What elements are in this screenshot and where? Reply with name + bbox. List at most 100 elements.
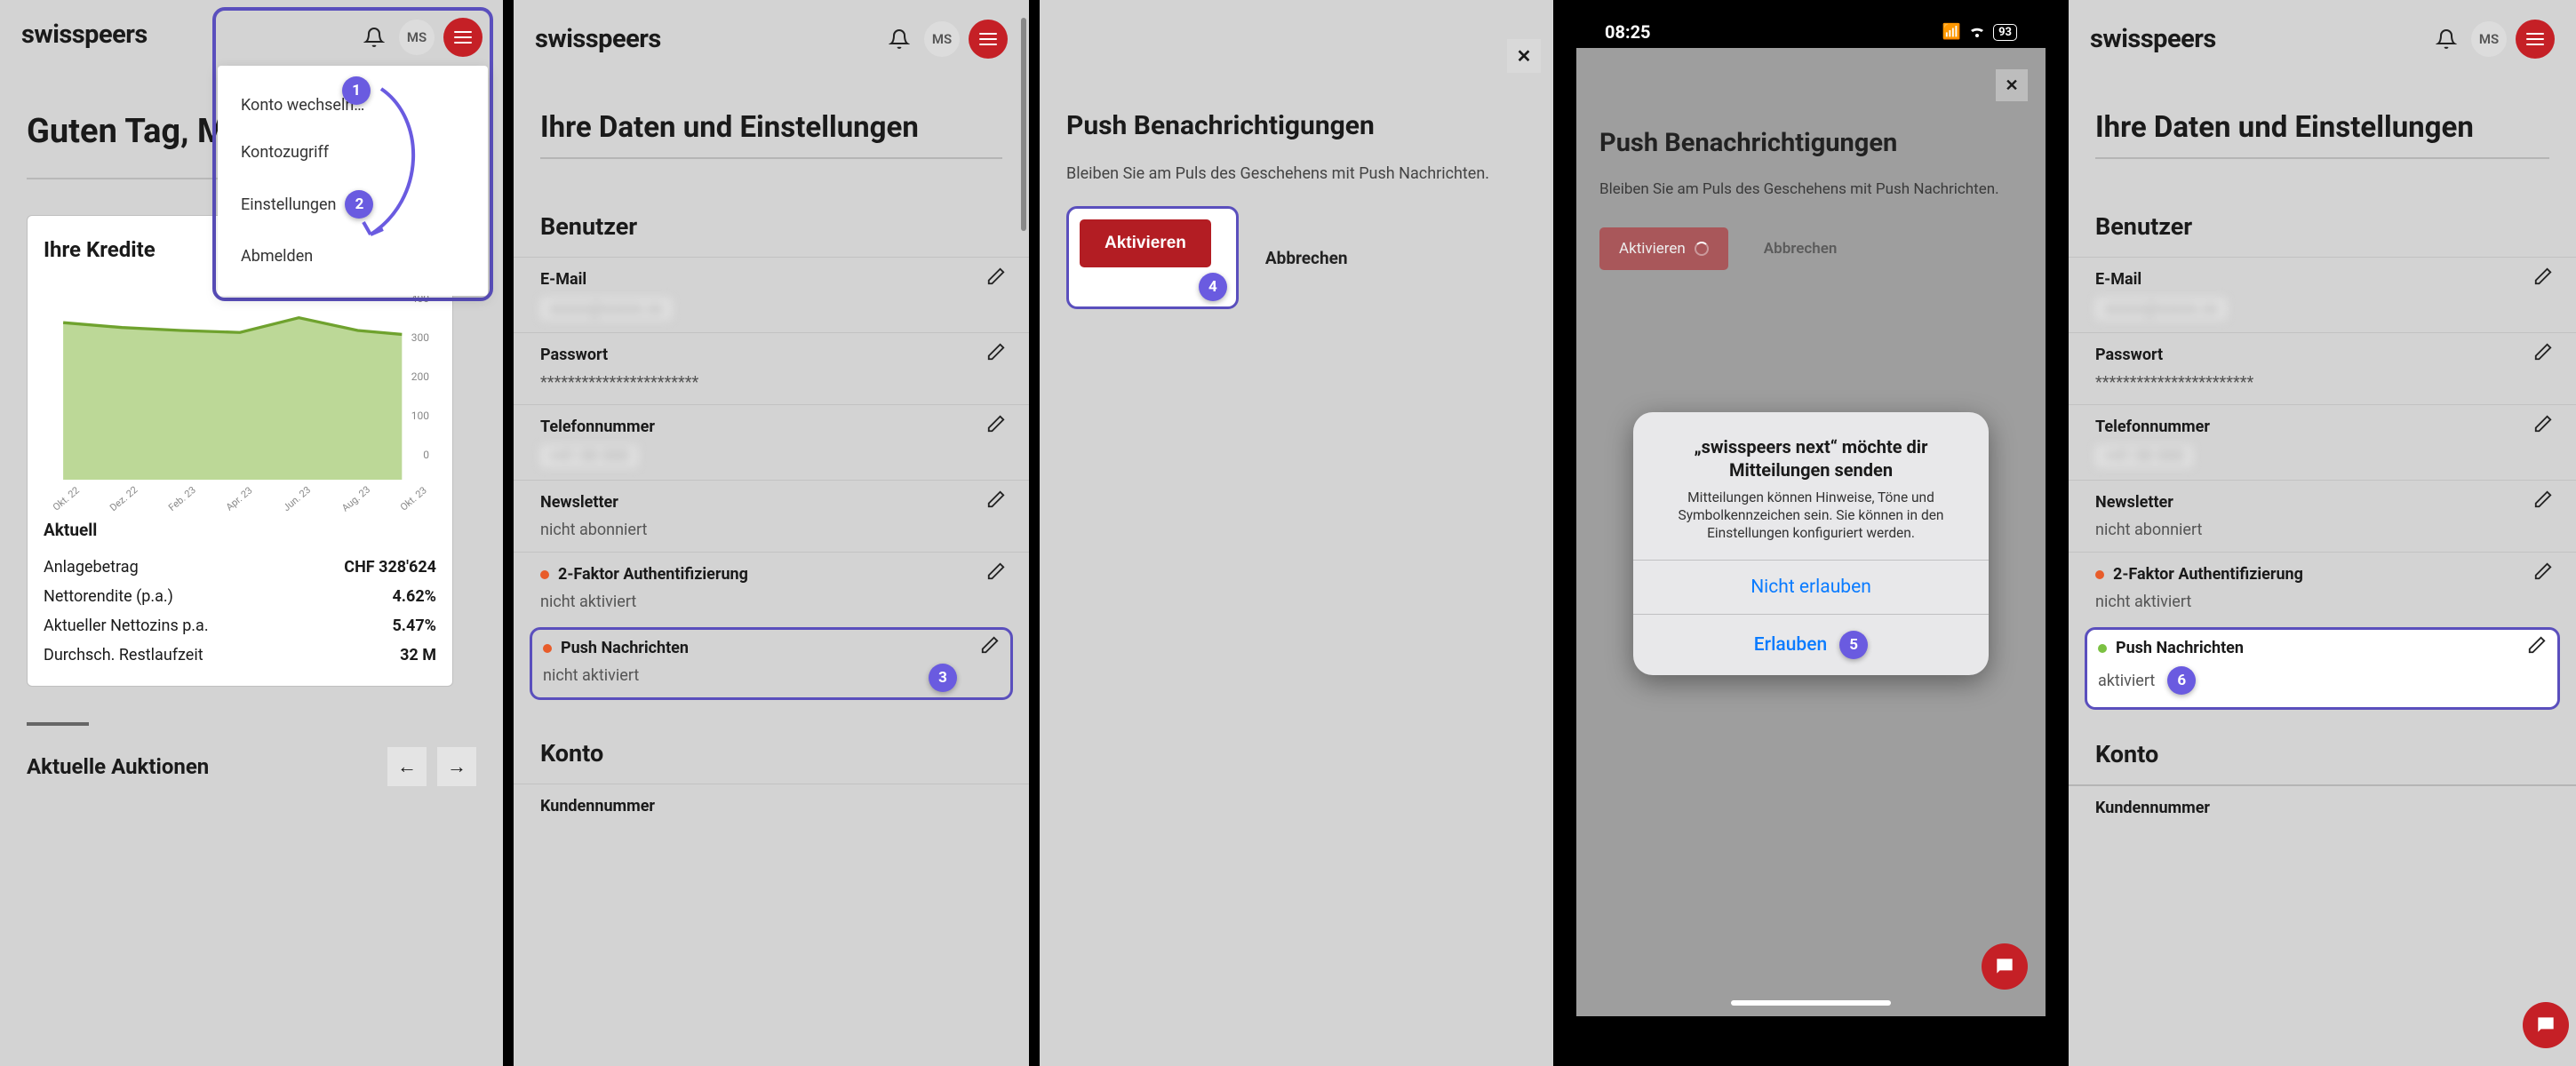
field-customer-number: Kundennummer	[514, 784, 1029, 828]
step-badge-5: 5	[1839, 631, 1868, 659]
avatar[interactable]: MS	[2471, 21, 2507, 57]
credits-chart: tCHF 400 300 200 100 0 Okt. 22 Dez. 22 F…	[44, 280, 436, 493]
activate-button-loading: Aktivieren	[1599, 227, 1728, 270]
edit-icon[interactable]	[2533, 342, 2553, 362]
edit-icon[interactable]	[986, 342, 1006, 362]
mini-divider	[27, 722, 89, 726]
signal-icon: 📶	[1942, 23, 1961, 41]
status-dot-inactive-icon	[540, 570, 549, 579]
close-button[interactable]: ✕	[1507, 39, 1541, 73]
cancel-button[interactable]: Abbrechen	[1265, 248, 1348, 268]
scrollbar[interactable]	[1021, 18, 1026, 231]
field-push-highlight[interactable]: Push Nachrichten aktiviert 6	[2085, 627, 2560, 710]
step-badge-4: 4	[1199, 273, 1227, 301]
edit-icon[interactable]	[986, 414, 1006, 434]
account-dropdown: MS Konto wechseln… Kontozugriff Einstell…	[212, 7, 493, 301]
edit-icon[interactable]	[2533, 561, 2553, 581]
phone-value: +41 00 000	[2095, 445, 2193, 467]
pager-next[interactable]: →	[437, 747, 476, 786]
bell-icon[interactable]	[358, 21, 390, 53]
field-customer-number: Kundennummer	[2069, 784, 2576, 830]
activate-button[interactable]: Aktivieren	[1080, 219, 1211, 267]
edit-icon[interactable]	[2533, 266, 2553, 286]
email-value: xxxxx@xxxxx.xx	[2095, 298, 2227, 320]
screen-2-settings: swisspeers MS Ihre Daten und Einstellung…	[514, 0, 1040, 1066]
status-dot-active-icon	[2098, 644, 2107, 653]
screen-4-native-prompt: 08:25 📶 93 ✕ Push Benachrichtigungen Ble…	[1564, 0, 2069, 1066]
bell-icon[interactable]	[2430, 23, 2462, 55]
modal-body-text: Bleiben Sie am Puls des Geschehens mit P…	[1066, 163, 1527, 185]
section-account: Konto	[2069, 713, 2576, 784]
menu-account-access[interactable]: Kontozugriff	[218, 129, 488, 176]
email-value: xxxxx@xxxxx.xx	[540, 298, 672, 320]
battery-icon: 93	[1993, 24, 2017, 41]
activate-highlight: Aktivieren 4	[1066, 206, 1239, 309]
field-email: E-Mail xxxxx@xxxxx.xx	[2069, 257, 2576, 332]
ios-permission-alert: „swisspeers next“ möchte dir Mitteilunge…	[1633, 412, 1989, 675]
phone-value: +41 00 000	[540, 445, 638, 467]
step-badge-6: 6	[2167, 666, 2196, 695]
edit-icon[interactable]	[980, 635, 1000, 655]
field-newsletter: Newsletter nicht abonniert	[2069, 480, 2576, 552]
modal-title: Push Benachrichtigungen	[1066, 110, 1527, 141]
logo: swisspeers	[535, 24, 661, 54]
chart-svg	[44, 280, 436, 493]
status-dot-inactive-icon	[2095, 570, 2104, 579]
spinner-icon	[1695, 242, 1709, 256]
chat-fab[interactable]	[1982, 943, 2028, 990]
stats-title: Aktuell	[44, 520, 436, 540]
wifi-icon	[1968, 25, 1986, 39]
edit-icon[interactable]	[2533, 414, 2553, 434]
edit-icon[interactable]	[2533, 489, 2553, 509]
field-newsletter: Newsletter nicht abonniert	[514, 480, 1029, 552]
ios-status-bar: 08:25 📶 93	[1564, 0, 2058, 48]
field-push-highlight[interactable]: Push Nachrichten nicht aktiviert 3	[530, 627, 1013, 700]
modal-body-text: Bleiben Sie am Puls des Geschehens mit P…	[1576, 179, 2046, 201]
field-phone: Telefonnummer +41 00 000	[2069, 404, 2576, 480]
step-badge-2: 2	[345, 190, 373, 219]
section-user: Benutzer	[514, 212, 1029, 257]
page-title: Ihre Daten und Einstellungen	[514, 68, 1029, 157]
screen-3-push-modal: ✕ Push Benachrichtigungen Bleiben Sie am…	[1040, 0, 1564, 1066]
deny-button[interactable]: Nicht erlauben	[1633, 560, 1989, 614]
section-account: Konto	[514, 704, 1029, 784]
menu-logout[interactable]: Abmelden	[218, 233, 488, 280]
edit-icon[interactable]	[986, 489, 1006, 509]
allow-button[interactable]: Erlauben 5	[1633, 614, 1989, 675]
menu-button[interactable]	[2516, 20, 2555, 59]
screen-1-dashboard: swisspeers Guten Tag, Ma Ihre Kredite tC…	[0, 0, 514, 1066]
menu-button[interactable]	[443, 18, 483, 57]
close-button[interactable]: ✕	[1996, 69, 2028, 101]
menu-button[interactable]	[969, 20, 1008, 59]
stats-block: Aktuell AnlagebetragCHF 328'624 Nettoren…	[44, 520, 436, 670]
menu-settings[interactable]: Einstellungen 2	[218, 176, 488, 233]
field-2fa: 2-Faktor Authentifizierung nicht aktivie…	[2069, 552, 2576, 624]
alert-body: Mitteilungen können Hinweise, Töne und S…	[1653, 489, 1969, 542]
chat-fab[interactable]	[2523, 1002, 2569, 1048]
step-badge-1: 1	[342, 76, 371, 105]
screen-5-settings-activated: swisspeers MS Ihre Daten und Einstellung…	[2069, 0, 2576, 1066]
step-badge-3: 3	[929, 664, 957, 692]
status-dot-inactive-icon	[543, 644, 552, 653]
field-email: E-Mail xxxxx@xxxxx.xx	[514, 257, 1029, 332]
avatar[interactable]: MS	[399, 20, 435, 55]
bell-icon[interactable]	[883, 23, 915, 55]
logo: swisspeers	[21, 20, 148, 50]
status-time: 08:25	[1605, 21, 1651, 43]
cancel-button[interactable]: Abbrechen	[1764, 240, 1838, 258]
edit-icon[interactable]	[986, 266, 1006, 286]
field-2fa: 2-Faktor Authentifizierung nicht aktivie…	[514, 552, 1029, 624]
page-title: Ihre Daten und Einstellungen	[2069, 68, 2576, 157]
auctions-title: Aktuelle Auktionen	[27, 754, 209, 779]
avatar[interactable]: MS	[924, 21, 960, 57]
section-user: Benutzer	[2069, 212, 2576, 257]
edit-icon[interactable]	[986, 561, 1006, 581]
alert-title: „swisspeers next“ möchte dir Mitteilunge…	[1653, 435, 1969, 481]
edit-icon[interactable]	[2527, 635, 2547, 655]
home-indicator[interactable]	[1731, 1000, 1891, 1006]
field-phone: Telefonnummer +41 00 000	[514, 404, 1029, 480]
field-password: Passwort ***********************	[514, 332, 1029, 404]
modal-title: Push Benachrichtigungen	[1576, 75, 2046, 179]
pager-prev[interactable]: ←	[387, 747, 427, 786]
field-password: Passwort ***********************	[2069, 332, 2576, 404]
